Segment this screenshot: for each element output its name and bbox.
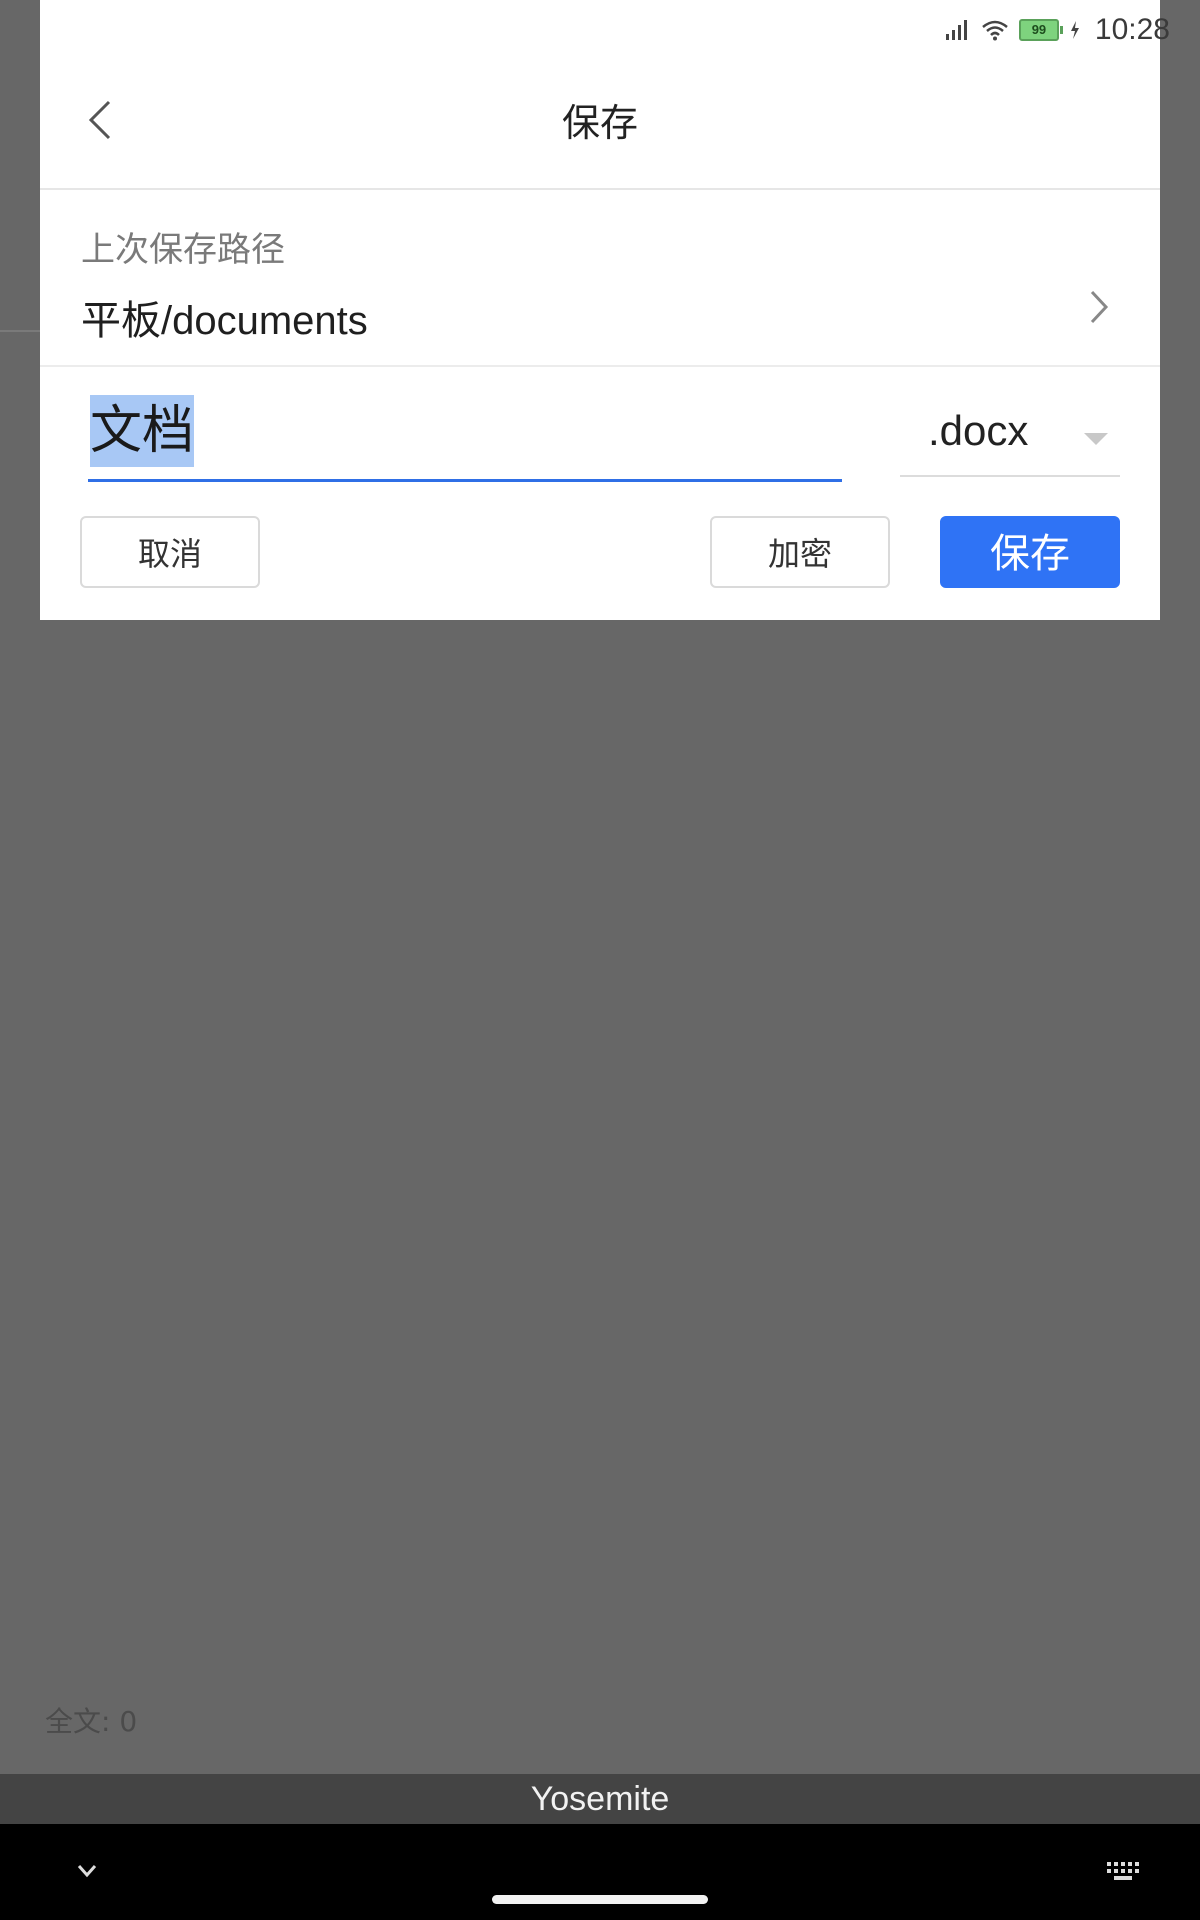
dialog-header: 保存 bbox=[40, 60, 1160, 190]
dropdown-arrow-icon bbox=[1084, 433, 1108, 445]
wifi-icon bbox=[982, 20, 1008, 41]
cancel-button[interactable]: 取消 bbox=[80, 516, 260, 588]
home-handle[interactable] bbox=[492, 1895, 708, 1904]
keyboard-icon[interactable] bbox=[1106, 1860, 1142, 1882]
signal-icon bbox=[945, 20, 967, 40]
charging-icon bbox=[1070, 21, 1079, 39]
chevron-down-icon[interactable] bbox=[74, 1858, 100, 1884]
word-count: 全文: 0 bbox=[45, 1705, 138, 1738]
status-icons: 99 10:28 bbox=[945, 12, 1170, 48]
status-time: 10:28 bbox=[1094, 13, 1170, 46]
save-dialog: 99 10:28 保存 上次保存路径 平板/documents 文档 .docx… bbox=[40, 0, 1170, 620]
save-path-value: 平板/documents bbox=[81, 299, 368, 343]
save-path-row[interactable]: 上次保存路径 平板/documents bbox=[40, 190, 1160, 367]
navigation-bar bbox=[0, 1824, 1200, 1920]
battery-icon: 99 bbox=[1018, 19, 1063, 41]
chevron-right-icon bbox=[1090, 290, 1109, 324]
status-bar: 99 10:28 bbox=[40, 0, 1170, 60]
save-button[interactable]: 保存 bbox=[940, 516, 1120, 588]
extension-value: .docx bbox=[928, 407, 1029, 454]
extension-select[interactable]: .docx bbox=[900, 395, 1120, 477]
encrypt-button[interactable]: 加密 bbox=[710, 516, 890, 588]
filename-text: 文档 bbox=[90, 395, 195, 467]
keyboard-title-bar: Yosemite bbox=[0, 1774, 1200, 1824]
filename-input[interactable]: 文档 bbox=[88, 395, 842, 482]
background-divider bbox=[0, 330, 41, 332]
dialog-title: 保存 bbox=[561, 101, 638, 145]
save-path-label: 上次保存路径 bbox=[81, 230, 285, 270]
